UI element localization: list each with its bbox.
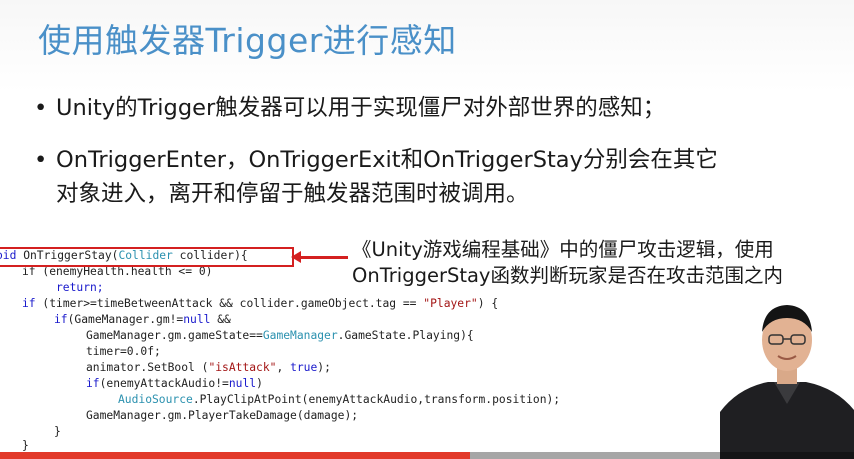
code-line-11: GameManager.gm.PlayerTakeDamage(damage); [86, 408, 358, 424]
bullet-1-text: Unity的Trigger触发器可以用于实现僵尸对外部世界的感知； [56, 95, 666, 121]
code-keyword: return; [56, 281, 104, 294]
code-text: ) [256, 377, 263, 390]
bullet-1: • Unity的Trigger触发器可以用于实现僵尸对外部世界的感知； [34, 91, 665, 125]
code-keyword: null [183, 313, 211, 326]
code-text: , [276, 361, 291, 374]
code-type: GameManager [262, 329, 338, 342]
code-keyword: true [290, 361, 318, 374]
code-keyword: if [54, 313, 68, 326]
code-text: (timer>=timeBetweenAttack && collider.ga… [35, 297, 424, 310]
code-line-5: if(GameManager.gm!=null && [54, 312, 231, 328]
presenter-image [720, 292, 854, 459]
code-text: GameManager.gm.PlayerTakeDamage(damage); [86, 409, 359, 422]
code-line-3: return; [56, 280, 104, 296]
code-text: } [54, 425, 61, 438]
video-progress-bar[interactable] [0, 452, 854, 459]
bullet-2: • OnTriggerEnter，OnTriggerExit和OnTriggerS… [34, 143, 718, 177]
code-type: AudioSource [118, 393, 193, 406]
code-keyword: if [22, 297, 36, 310]
code-line-9: if(enemyAttackAudio!=null) [86, 376, 263, 392]
slide: 使用触发器Trigger进行感知 • Unity的Trigger触发器可以用于实现… [0, 0, 854, 459]
presenter-video [720, 292, 854, 459]
code-text: animator.SetBool ( [86, 361, 209, 374]
code-line-4: if (timer>=timeBetweenAttack && collider… [22, 296, 498, 312]
code-text: GameManager.gm.gameState== [86, 329, 263, 342]
annotation-line-1: 《Unity游戏编程基础》中的僵尸攻击逻辑，使用 [352, 238, 774, 261]
arrow-head-icon [291, 251, 301, 263]
bullet-dot: • [34, 95, 48, 121]
code-text: (GameManager.gm!= [67, 313, 184, 326]
slide-title: 使用触发器Trigger进行感知 [38, 21, 457, 60]
code-text: ); [317, 361, 331, 374]
code-line-7: timer=0.0f; [86, 344, 161, 360]
bullet-2-text: OnTriggerEnter，OnTriggerExit和OnTriggerSt… [56, 147, 718, 173]
code-string: "Player" [423, 297, 478, 310]
code-text: && [210, 313, 231, 326]
code-string: "isAttack" [208, 361, 277, 374]
code-text: .PlayClipAtPoint(enemyAttackAudio,transf… [192, 393, 561, 406]
code-line-6: GameManager.gm.gameState==GameManager.Ga… [86, 328, 474, 344]
bullet-dot: • [34, 147, 48, 173]
bullet-2-continuation: 对象进入，离开和停留于触发器范围时被调用。 [56, 181, 529, 207]
code-line-12: } [54, 424, 61, 440]
code-text: .GameState.Playing){ [337, 329, 474, 342]
annotation-arrow [296, 256, 348, 259]
code-text: ) { [477, 297, 499, 310]
code-highlight-box [0, 247, 294, 267]
code-keyword: null [228, 377, 257, 390]
code-text: timer=0.0f; [86, 345, 161, 358]
code-text: } [22, 439, 29, 452]
code-keyword: if [86, 377, 100, 390]
code-line-8: animator.SetBool ("isAttack", true); [86, 360, 331, 376]
code-text: (enemyAttackAudio!= [99, 377, 229, 390]
code-line-10: AudioSource.PlayClipAtPoint(enemyAttackA… [118, 392, 560, 408]
annotation-line-2: OnTriggerStay函数判断玩家是否在攻击范围之内 [352, 264, 783, 287]
video-progress-fill [0, 452, 470, 459]
